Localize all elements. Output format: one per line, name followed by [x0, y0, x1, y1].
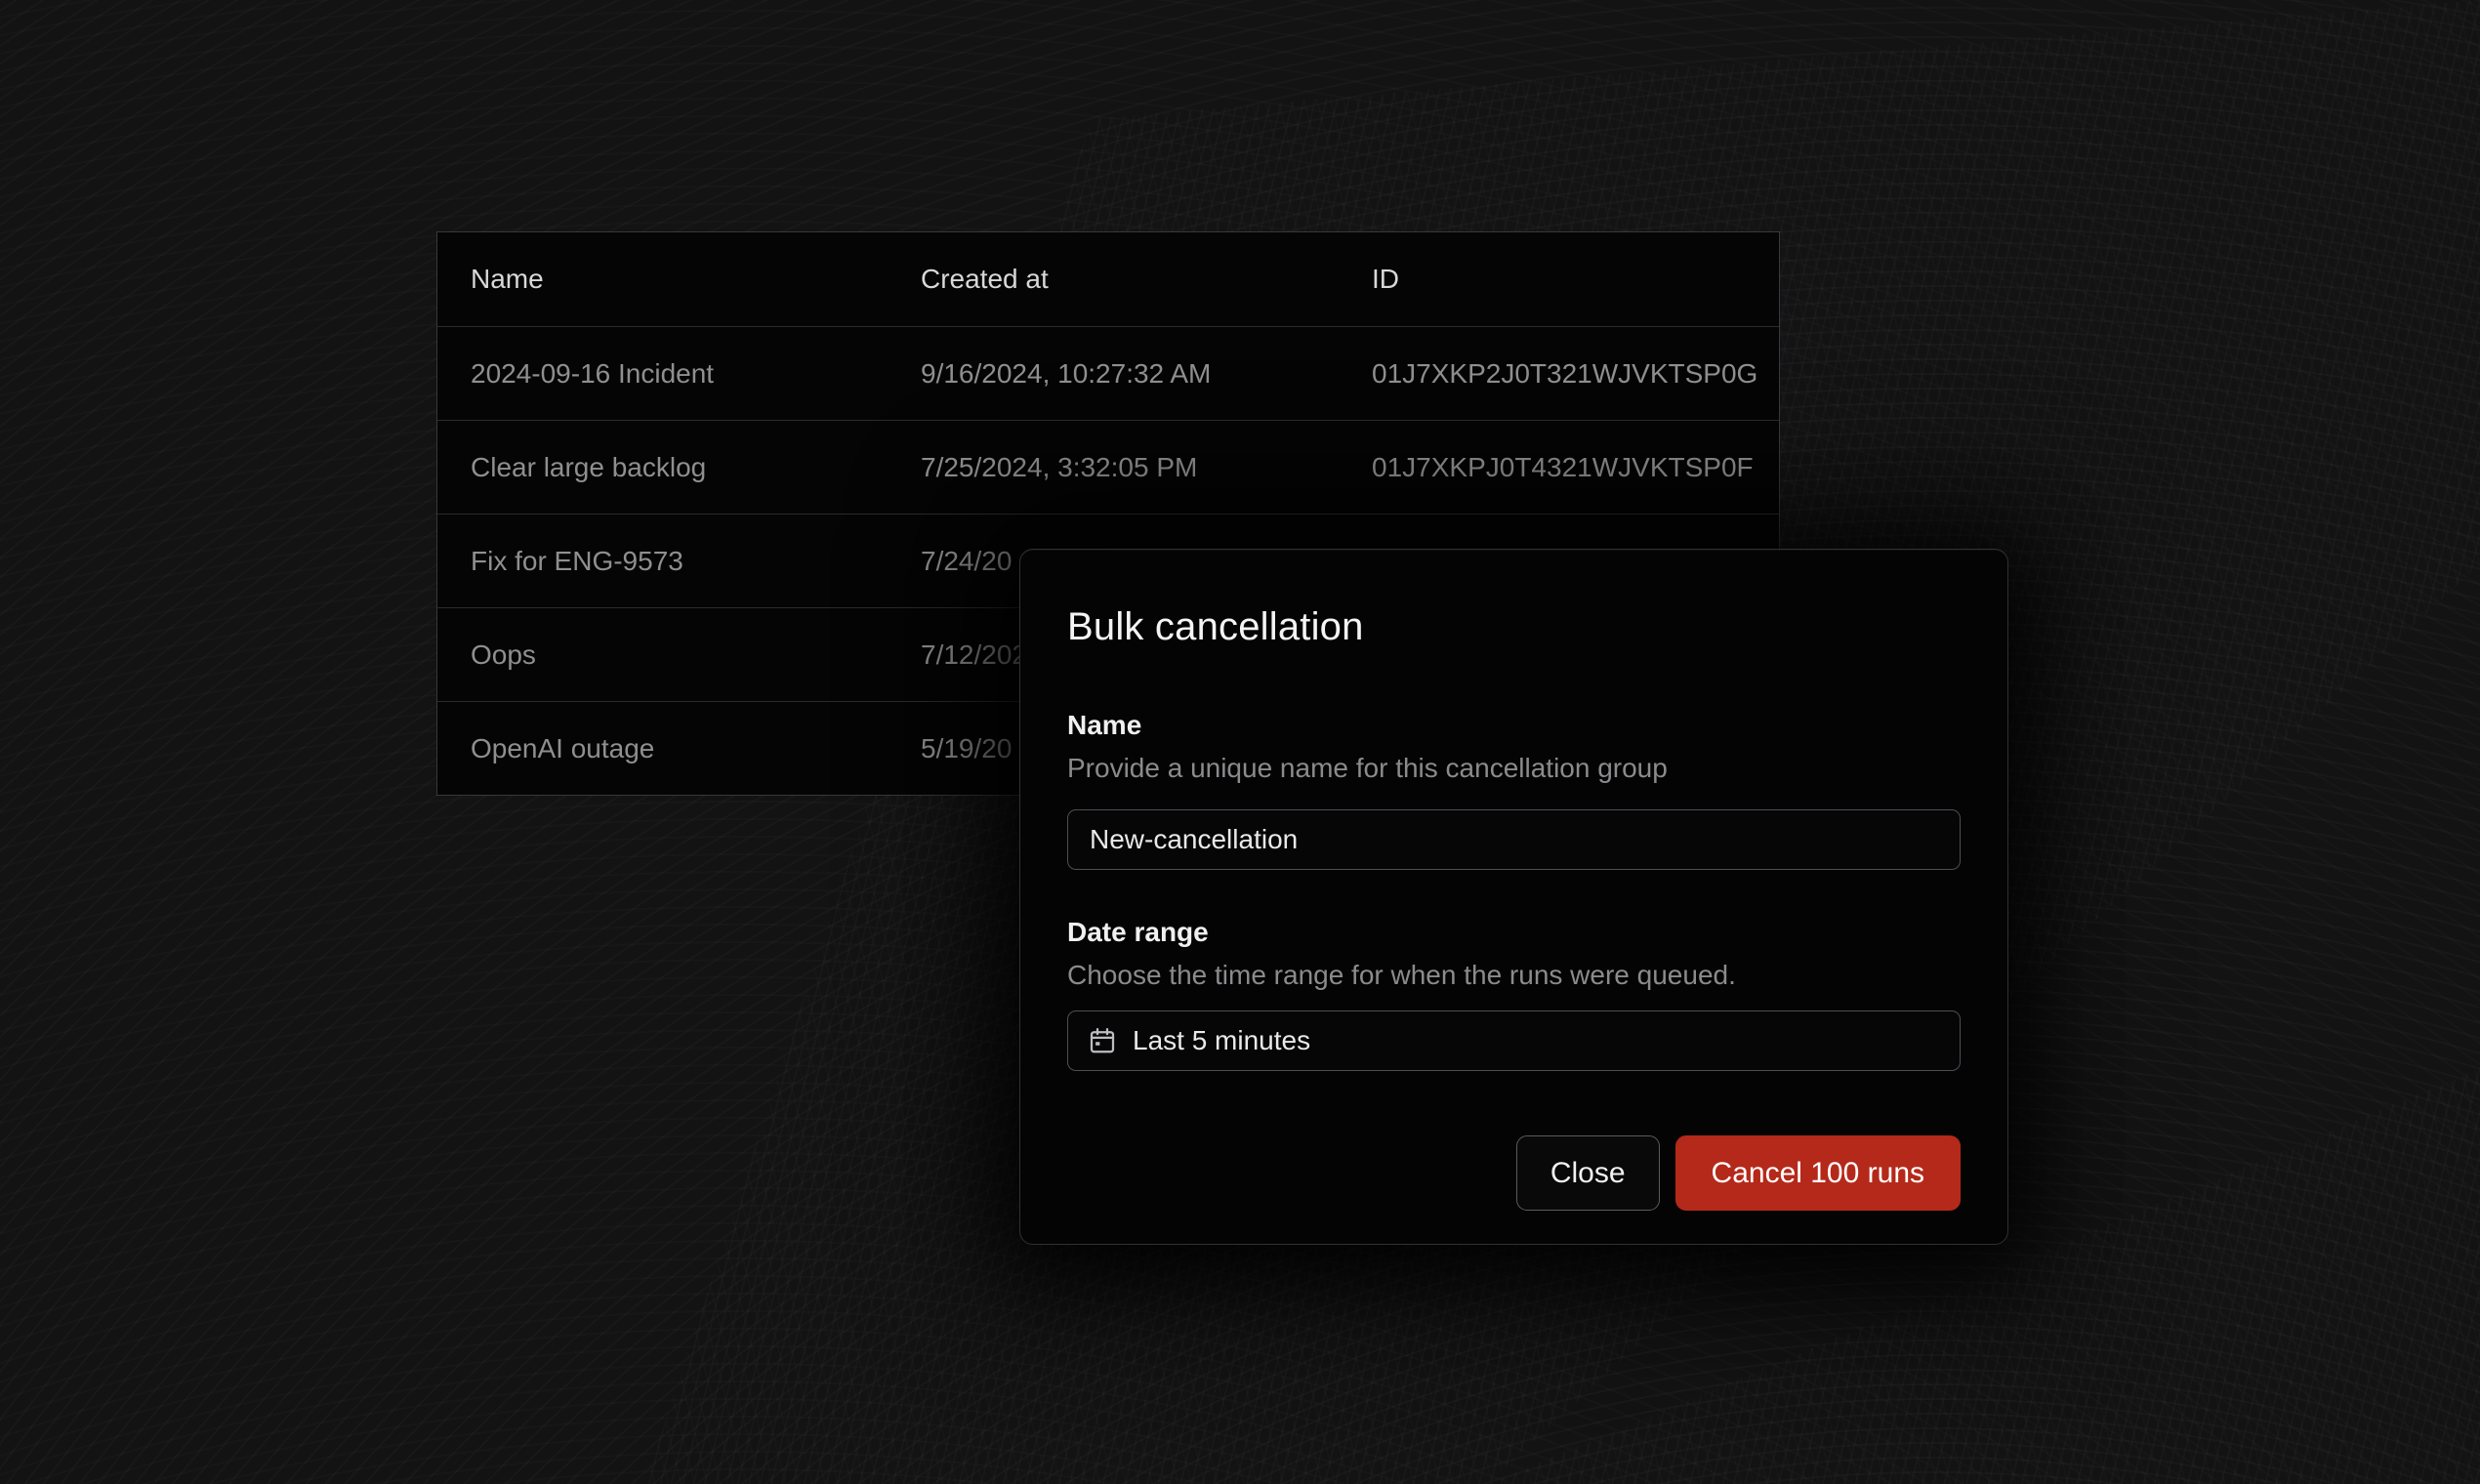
cell-id: 01J7XKPJ0T4321WJVKTSP0F — [1372, 452, 1779, 483]
date-range-field-description: Choose the time range for when the runs … — [1067, 958, 1961, 993]
table-row[interactable]: Clear large backlog 7/25/2024, 3:32:05 P… — [437, 420, 1779, 514]
column-header-created-at: Created at — [921, 264, 1372, 295]
cell-name: Clear large backlog — [437, 452, 921, 483]
cell-name: Fix for ENG-9573 — [437, 546, 921, 577]
name-field-description: Provide a unique name for this cancellat… — [1067, 751, 1961, 786]
name-field-label: Name — [1067, 708, 1961, 743]
cell-name: 2024-09-16 Incident — [437, 358, 921, 390]
bulk-cancellation-modal: Bulk cancellation Name Provide a unique … — [1019, 549, 2008, 1245]
name-field-group: Name Provide a unique name for this canc… — [1067, 708, 1961, 870]
column-header-name: Name — [437, 264, 921, 295]
cell-created-at: 9/16/2024, 10:27:32 AM — [921, 358, 1372, 390]
modal-title: Bulk cancellation — [1067, 602, 1961, 651]
calendar-icon — [1088, 1026, 1117, 1055]
cell-id: 01J7XKP2J0T321WJVKTSP0G — [1372, 358, 1779, 390]
cell-name: OpenAI outage — [437, 733, 921, 764]
cancellation-name-input[interactable] — [1067, 809, 1961, 870]
date-range-select[interactable]: Last 5 minutes — [1067, 1010, 1961, 1071]
table-header-row: Name Created at ID — [437, 232, 1779, 326]
cell-name: Oops — [437, 639, 921, 671]
cancel-runs-button[interactable]: Cancel 100 runs — [1675, 1135, 1961, 1211]
date-range-value: Last 5 minutes — [1133, 1025, 1310, 1056]
date-range-field-group: Date range Choose the time range for whe… — [1067, 915, 1961, 1071]
date-range-field-label: Date range — [1067, 915, 1961, 950]
column-header-id: ID — [1372, 264, 1779, 295]
cell-created-at: 7/25/2024, 3:32:05 PM — [921, 452, 1372, 483]
close-button[interactable]: Close — [1516, 1135, 1660, 1211]
table-row[interactable]: 2024-09-16 Incident 9/16/2024, 10:27:32 … — [437, 326, 1779, 420]
modal-button-row: Close Cancel 100 runs — [1067, 1135, 1961, 1211]
